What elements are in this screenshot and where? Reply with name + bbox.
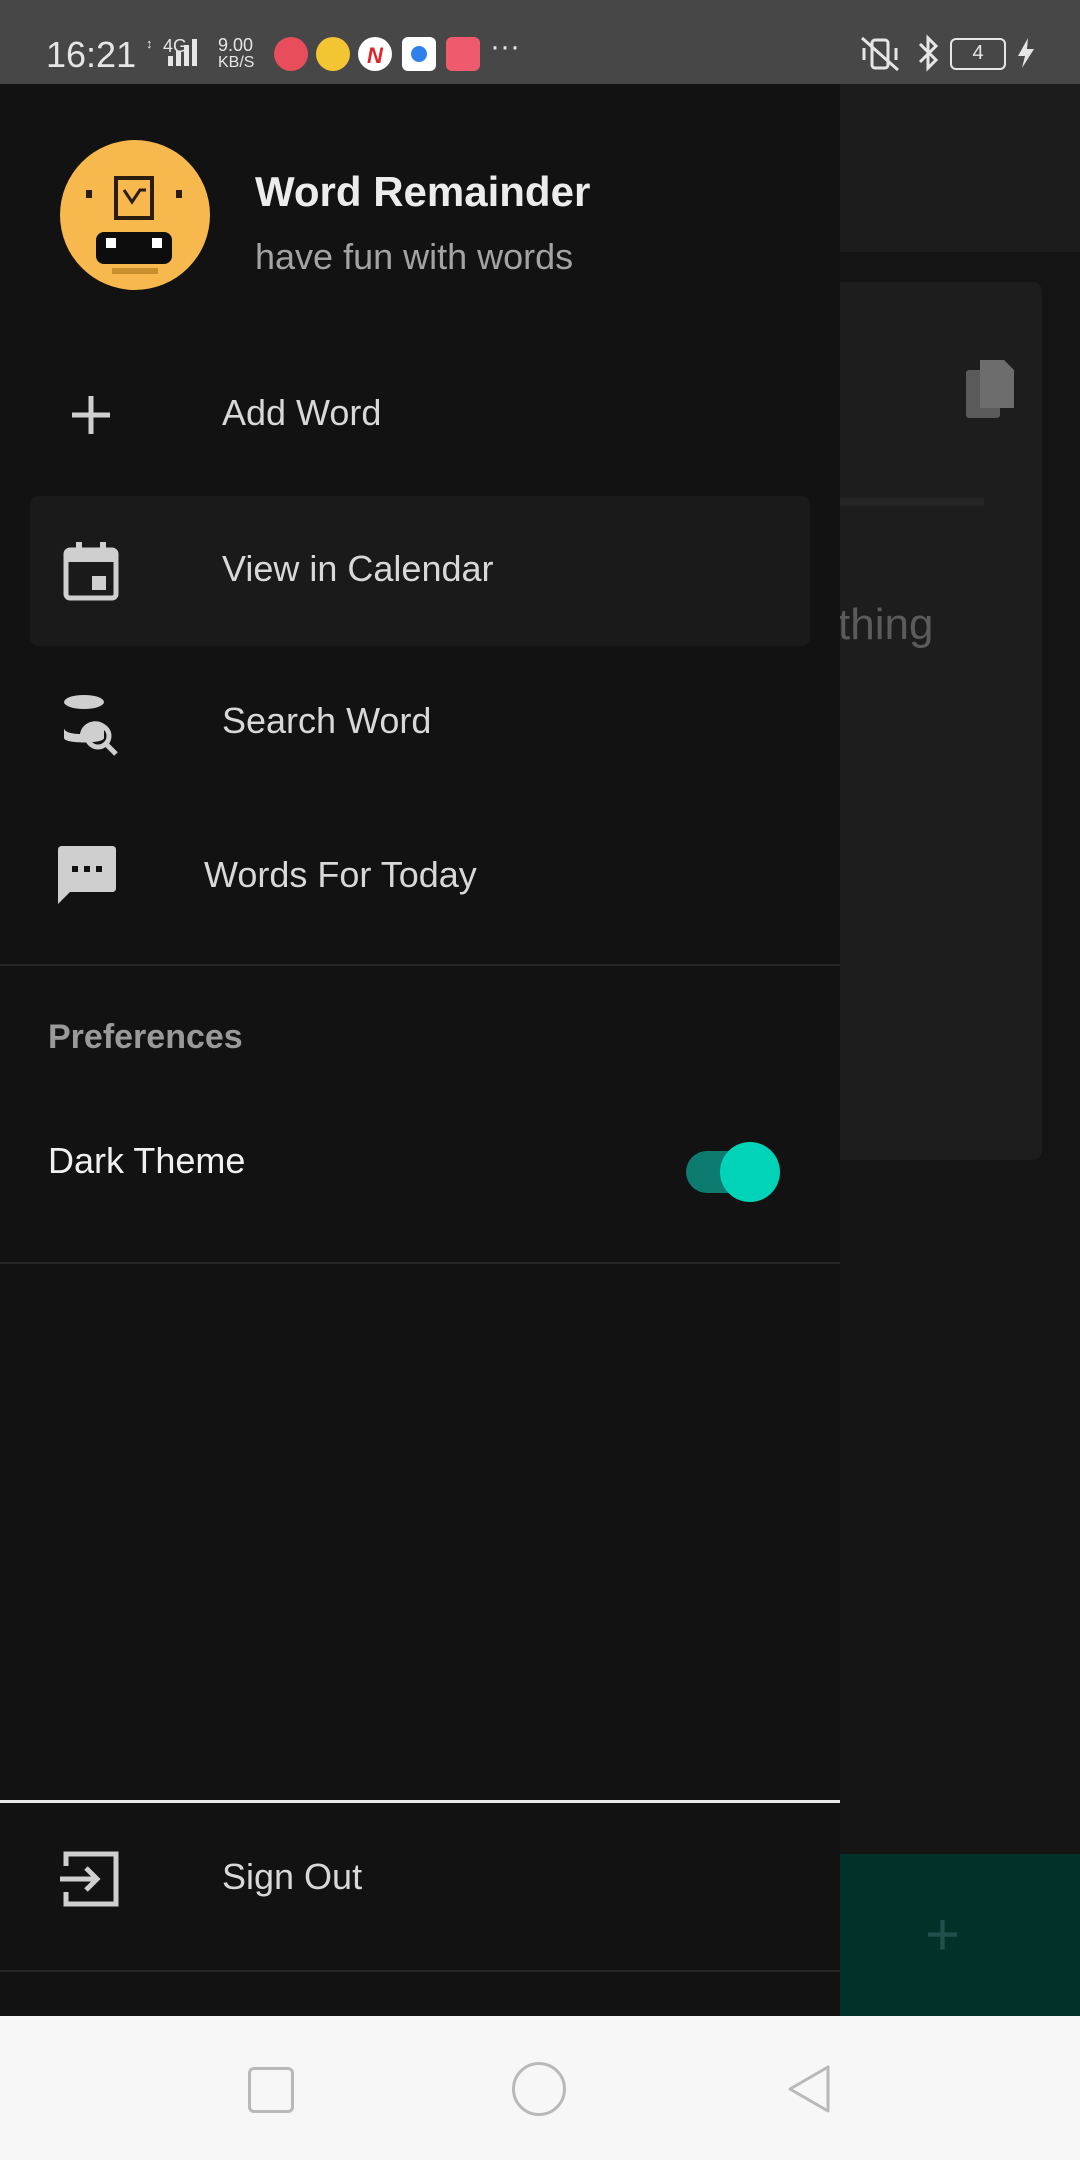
speed-unit: KB/S — [218, 54, 255, 71]
app-title: Word Remainder — [255, 168, 591, 215]
nav-item-label: View in Calendar — [222, 548, 494, 589]
status-time: 16:21 — [46, 34, 137, 75]
speed-value: 9.00 — [218, 35, 254, 55]
nav-item-add-word[interactable]: Add Word — [0, 340, 840, 490]
home-button[interactable] — [512, 2062, 566, 2116]
svg-text:↕: ↕ — [146, 36, 153, 51]
nav-item-search-word[interactable]: Search Word — [0, 648, 840, 798]
battery-icon: 4 — [950, 38, 1006, 70]
notification-emoji-icon — [316, 37, 350, 71]
more-notifications-icon: ··· — [490, 30, 520, 63]
exit-icon — [56, 1844, 126, 1914]
recents-button[interactable] — [248, 2067, 294, 2113]
footer-bottom-divider — [0, 1970, 840, 1972]
bluetooth-icon — [916, 32, 942, 79]
vibrate-off-icon — [858, 34, 902, 79]
section-divider — [0, 964, 840, 966]
notification-news-icon: N — [358, 37, 392, 71]
notification-browser-icon — [402, 37, 436, 71]
sign-out-label: Sign Out — [222, 1856, 363, 1897]
nav-item-label: Words For Today — [204, 854, 477, 895]
network-type: 4G — [163, 36, 188, 56]
section-divider — [0, 1262, 840, 1264]
notification-app-icon — [274, 37, 308, 71]
nav-item-label: Search Word — [222, 700, 432, 741]
app-subtitle: have fun with words — [255, 236, 574, 277]
calendar-icon — [56, 536, 126, 606]
nav-item-words-for-today[interactable]: Words For Today — [0, 802, 840, 952]
nav-item-label: Add Word — [222, 392, 382, 433]
nav-item-view-in-calendar[interactable]: View in Calendar — [30, 496, 810, 646]
footer-divider — [0, 1800, 840, 1803]
charging-icon — [1016, 36, 1036, 75]
database-search-icon — [56, 688, 126, 758]
message-icon — [56, 842, 126, 912]
back-button[interactable] — [784, 2064, 834, 2114]
dark-theme-toggle-knob[interactable] — [720, 1142, 780, 1202]
notification-editor-icon — [446, 37, 480, 71]
battery-level: 4 — [972, 42, 984, 64]
preferences-header: Preferences — [48, 1018, 243, 1056]
app-avatar — [60, 140, 210, 290]
plus-icon — [56, 380, 126, 450]
dark-theme-label: Dark Theme — [48, 1140, 246, 1181]
sign-out-button[interactable]: Sign Out — [0, 1804, 840, 1954]
